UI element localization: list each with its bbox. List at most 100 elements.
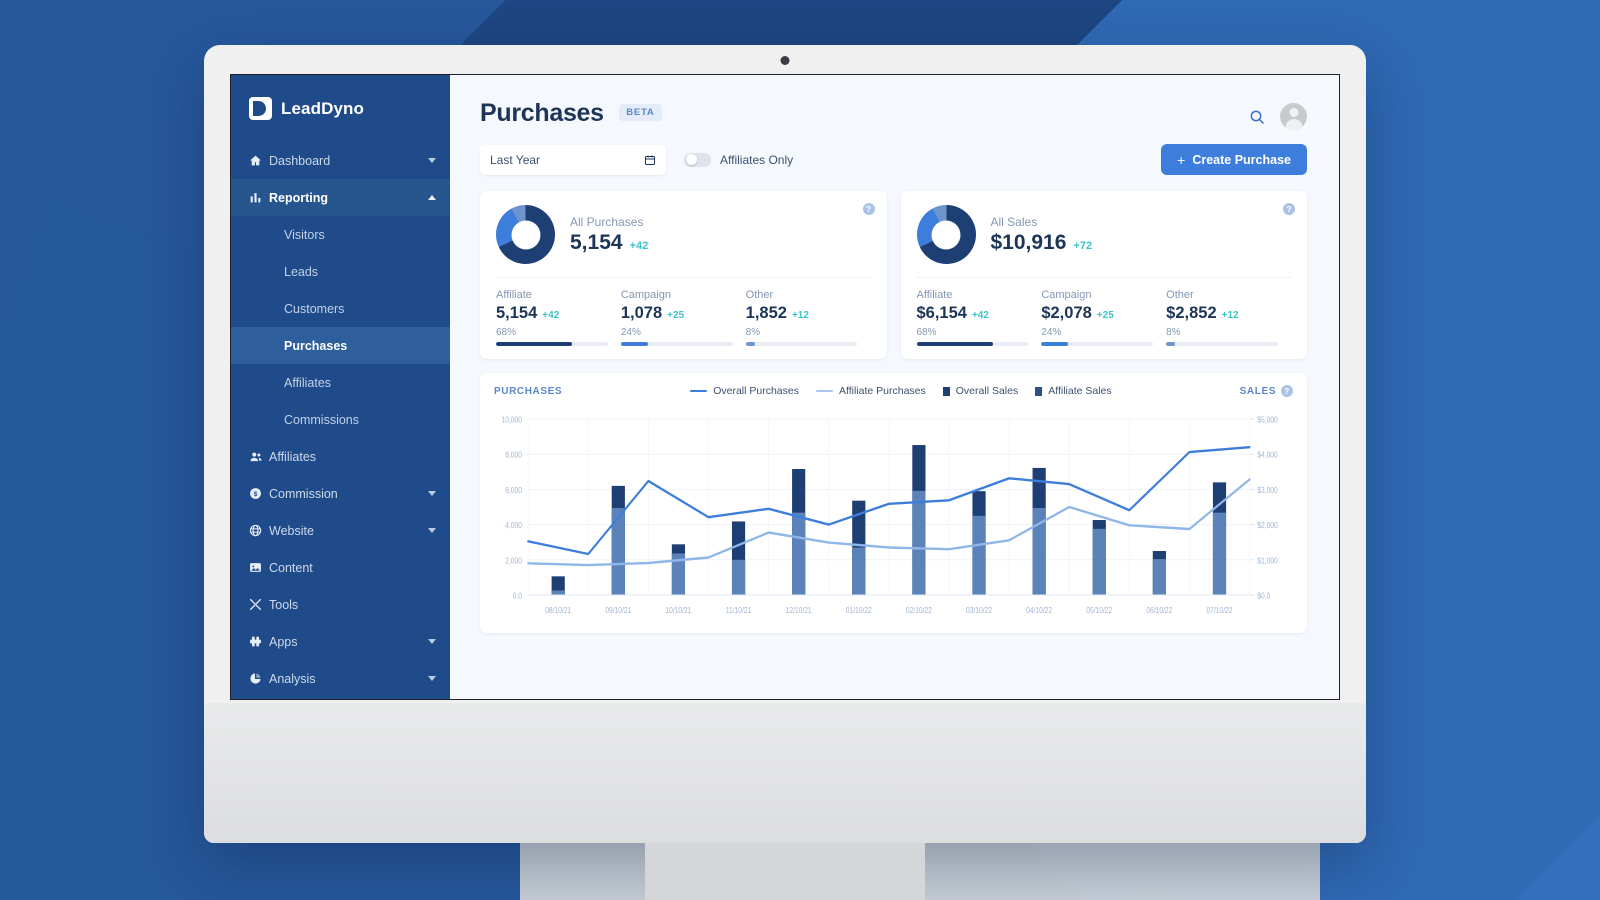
toggle-switch[interactable]: [684, 152, 711, 167]
toggle-label: Affiliates Only: [720, 152, 794, 167]
breakdown-value: $2,852: [1166, 304, 1217, 322]
sidebar-subitem-label: Purchases: [284, 338, 348, 353]
breakdown-pct: 8%: [745, 327, 761, 338]
svg-text:$: $: [254, 491, 258, 498]
sidebar-subitem-leads[interactable]: Leads: [231, 253, 450, 290]
help-icon[interactable]: ?: [862, 203, 875, 215]
sidebar-subitem-affiliates[interactable]: Affiliates: [231, 364, 450, 401]
card-summary: All Sales $10,916 +72: [916, 205, 1292, 277]
avatar[interactable]: [1280, 103, 1307, 130]
breakdown-other: Other 1,852 +12 8%: [745, 289, 871, 346]
progress-fill: [496, 342, 573, 346]
breakdown-pct: 8%: [1166, 327, 1181, 338]
breakdown-affiliate: Affiliate 5,154 +42 68%: [496, 289, 621, 346]
sidebar-item-label: Tools: [269, 597, 299, 612]
breakdown-label: Other: [745, 289, 774, 301]
svg-text:08/10/21: 08/10/21: [545, 605, 571, 615]
brand-logo[interactable]: LeadDyno: [231, 75, 450, 138]
breakdown-label: Other: [1166, 289, 1194, 301]
help-icon[interactable]: ?: [1280, 385, 1293, 397]
legend-item-affiliate-sales[interactable]: Affiliate Sales: [1035, 385, 1112, 397]
legend-label: Overall Purchases: [713, 385, 799, 397]
breakdown-value-row: $6,154 +42: [917, 304, 1029, 323]
legend-label: Affiliate Purchases: [838, 385, 926, 397]
date-range-value: Last Year: [490, 152, 541, 167]
legend-swatch: [1035, 386, 1043, 396]
sidebar-subitem-customers[interactable]: Customers: [231, 290, 450, 327]
sidebar-item-reporting[interactable]: Reporting: [231, 179, 450, 216]
sidebar-nav: Dashboard Reporting Visitors Leads Custo…: [231, 142, 450, 697]
svg-text:11/10/21: 11/10/21: [726, 605, 751, 615]
card-breakdown: Affiliate $6,154 +42 68% Campaign $2,078…: [916, 277, 1291, 346]
svg-text:$3,000: $3,000: [1257, 485, 1277, 495]
chart-svg: 0,0 $0,0 2,000 $1,000 4,000 $2,000 6,000 $3,000…: [502, 415, 1278, 616]
tools-icon: [249, 598, 269, 611]
card-value-row: 5,154 +42: [570, 231, 648, 255]
breakdown-value-row: $2,078 +25: [1041, 304, 1153, 323]
plus-icon: +: [1177, 151, 1186, 168]
breakdown-delta: +12: [791, 310, 809, 321]
svg-text:01/10/22: 01/10/22: [846, 605, 872, 615]
sidebar-item-label: Reporting: [269, 190, 329, 205]
breakdown-delta: +25: [667, 310, 685, 321]
progress-track: [1041, 342, 1154, 346]
breakdown-value: $6,154: [916, 304, 967, 322]
progress-fill: [745, 342, 755, 346]
right-axis-header: SALES ?: [1240, 385, 1293, 397]
sidebar: LeadDyno Dashboard Reporting Visitors Le…: [231, 75, 450, 699]
card-value: 5,154: [570, 230, 623, 254]
progress-fill: [1166, 342, 1176, 346]
legend-swatch: [690, 389, 708, 393]
svg-text:$4,000: $4,000: [1257, 450, 1277, 460]
card-delta: +42: [629, 239, 649, 252]
legend-item-overall-purchases[interactable]: Overall Purchases: [690, 385, 799, 397]
affiliates-only-toggle[interactable]: Affiliates Only: [684, 152, 794, 167]
card-summary: All Purchases 5,154 +42: [496, 205, 871, 277]
sidebar-item-website[interactable]: Website: [231, 512, 450, 549]
create-purchase-button[interactable]: + Create Purchase: [1161, 144, 1307, 175]
legend-label: Affiliate Sales: [1048, 385, 1112, 397]
chart-plot-area: 0,0 $0,0 2,000 $1,000 4,000 $2,000 6,000 $3,000…: [494, 413, 1293, 625]
help-icon[interactable]: ?: [1283, 203, 1295, 215]
svg-text:2,000: 2,000: [505, 555, 522, 565]
progress-track: [916, 342, 1029, 346]
breakdown-pct: 24%: [1041, 327, 1062, 338]
svg-text:$2,000: $2,000: [1257, 520, 1277, 530]
sidebar-subitem-visitors[interactable]: Visitors: [231, 216, 450, 253]
sidebar-item-tools[interactable]: Tools: [231, 586, 450, 623]
breakdown-delta: +42: [971, 310, 989, 321]
leaddyno-logo-icon: [249, 97, 272, 120]
breakdown-value: $2,078: [1041, 304, 1092, 322]
breakdown-value: 1,852: [745, 304, 787, 322]
sidebar-subitem-purchases[interactable]: Purchases: [231, 327, 450, 364]
screen: LeadDyno Dashboard Reporting Visitors Le…: [230, 74, 1340, 700]
sidebar-item-dashboard[interactable]: Dashboard: [231, 142, 450, 179]
legend-item-affiliate-purchases[interactable]: Affiliate Purchases: [815, 385, 926, 397]
sidebar-subitem-commissions[interactable]: Commissions: [231, 401, 450, 438]
svg-text:8,000: 8,000: [505, 450, 522, 460]
calendar-icon: [644, 154, 656, 166]
sidebar-item-affiliates[interactable]: Affiliates: [231, 438, 450, 475]
right-axis-title: SALES: [1239, 385, 1276, 397]
sidebar-item-commission[interactable]: $ Commission: [231, 475, 450, 512]
progress-track: [620, 342, 733, 346]
sidebar-item-analysis[interactable]: Analysis: [231, 660, 450, 697]
page-title: Purchases: [480, 99, 604, 127]
svg-text:02/10/22: 02/10/22: [906, 605, 932, 615]
bar-chart-icon: [249, 191, 269, 204]
search-icon[interactable]: [1247, 107, 1267, 127]
card-value: $10,916: [990, 230, 1067, 254]
sidebar-subitem-label: Affiliates: [284, 375, 332, 390]
globe-icon: [249, 524, 269, 537]
card-title: All Purchases: [570, 214, 644, 229]
breakdown-campaign: Campaign 1,078 +25 24%: [620, 289, 746, 346]
svg-text:07/10/22: 07/10/22: [1207, 605, 1233, 615]
card-all-purchases: ? All Purchases 5,154 +42 Affiliate 5,15…: [480, 191, 887, 359]
sidebar-item-content[interactable]: Content: [231, 549, 450, 586]
sidebar-item-apps[interactable]: Apps: [231, 623, 450, 660]
breakdown-pct: 24%: [620, 327, 641, 338]
legend-item-overall-sales[interactable]: Overall Sales: [942, 385, 1018, 397]
card-all-sales: ? All Sales $10,916 +72 Affiliate $6,154…: [900, 191, 1307, 359]
date-range-select[interactable]: Last Year: [480, 144, 666, 175]
svg-text:$1,000: $1,000: [1257, 555, 1277, 565]
